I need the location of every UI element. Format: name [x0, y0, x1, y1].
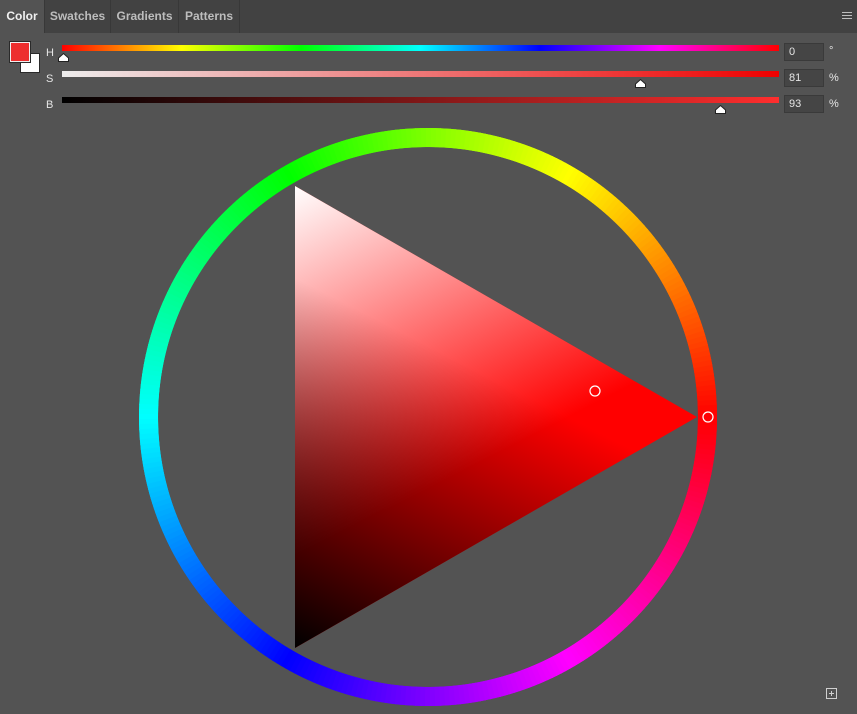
color-wheel-area: [139, 128, 717, 706]
saturation-brightness-triangle[interactable]: [295, 186, 697, 648]
add-to-swatches-icon[interactable]: [826, 688, 837, 699]
